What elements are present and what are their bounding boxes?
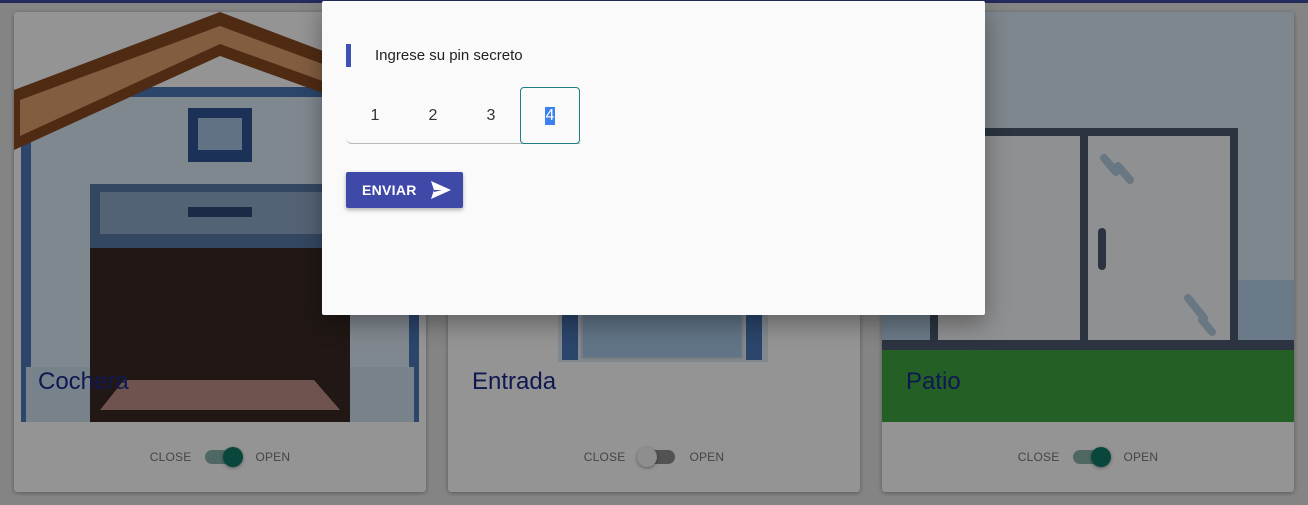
pin-digit-input[interactable]: 1 [346,87,404,144]
pin-digit-input[interactable]: 2 [404,87,462,144]
pin-digit-value: 4 [544,106,556,125]
pin-digit-input[interactable]: 3 [462,87,520,144]
send-button-label: ENVIAR [362,182,417,198]
pin-digit-input-active[interactable]: 4 [520,87,580,144]
pin-digit-value: 2 [428,106,438,124]
pin-prompt-label: Ingrese su pin secreto [346,44,523,67]
pin-digit-value: 3 [486,106,496,124]
pin-digit-value: 1 [370,106,380,124]
pin-input-group: 1 2 3 4 [346,87,580,144]
send-icon [430,181,451,199]
send-button[interactable]: ENVIAR [346,172,463,208]
pin-dialog: Ingrese su pin secreto 1 2 3 4 ENVIAR [322,1,985,315]
